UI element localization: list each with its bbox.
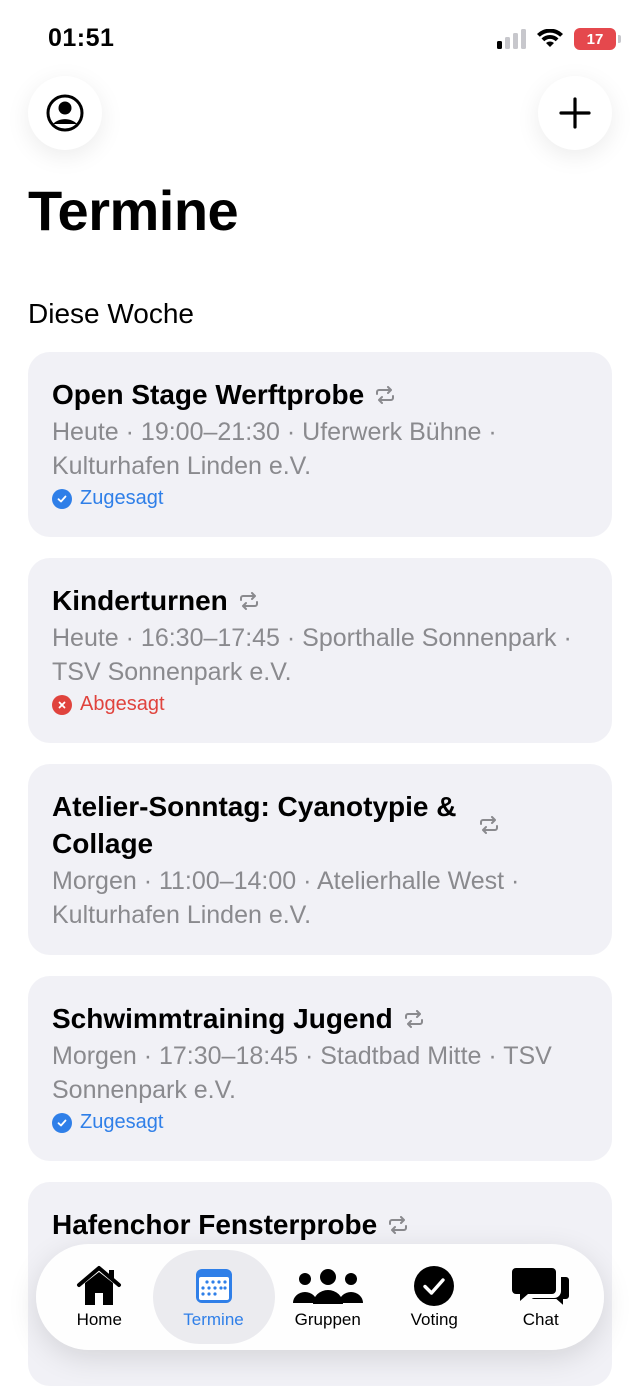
checkmark-icon — [52, 488, 72, 509]
checkmark-icon — [52, 1112, 72, 1133]
status-time: 01:51 — [48, 24, 115, 52]
tab-termine[interactable]: Termine — [152, 1250, 275, 1344]
event-title: Atelier-Sonntag: Cyanotypie & Collage — [52, 791, 457, 859]
event-meta: Heute · 16:30–17:45 · Sporthalle Sonnenp… — [52, 624, 572, 686]
repeat-icon — [403, 1000, 427, 1037]
home-icon — [75, 1264, 123, 1308]
event-title: Kinderturnen — [52, 585, 228, 616]
status-badge: Zugesagt — [52, 487, 588, 510]
tab-label: Home — [76, 1310, 122, 1329]
status-label: Abgesagt — [80, 693, 165, 715]
profile-button[interactable] — [28, 76, 102, 150]
repeat-icon — [374, 376, 398, 413]
add-button[interactable] — [538, 76, 612, 150]
status-icons: 17 — [497, 28, 621, 50]
event-title: Hafenchor Fensterprobe — [52, 1209, 378, 1240]
repeat-icon — [478, 788, 502, 862]
profile-icon — [46, 94, 84, 132]
tab-bar: Home Termine Gruppen Voting Chat — [36, 1244, 604, 1350]
cellular-signal-icon — [497, 29, 526, 49]
status-label: Zugesagt — [80, 487, 164, 509]
calendar-icon — [194, 1264, 234, 1308]
status-label: Zugesagt — [80, 1111, 164, 1133]
tab-label: Termine — [183, 1310, 244, 1329]
event-title: Schwimmtraining Jugend — [52, 1003, 393, 1034]
repeat-icon — [387, 1206, 411, 1243]
tab-home[interactable]: Home — [46, 1250, 153, 1344]
page-title: Termine — [28, 179, 239, 242]
section-title: Diese Woche — [28, 298, 195, 329]
groups-icon — [291, 1264, 365, 1308]
event-card[interactable]: Schwimmtraining Jugend Morgen · 17:30–18… — [28, 976, 612, 1161]
check-circle-icon — [413, 1264, 455, 1308]
tab-gruppen[interactable]: Gruppen — [275, 1250, 382, 1344]
event-title: Open Stage Werftprobe — [52, 379, 365, 410]
battery-icon: 17 — [574, 28, 621, 50]
wifi-icon — [537, 29, 563, 47]
x-circle-icon — [52, 694, 72, 715]
status-badge: Abgesagt — [52, 693, 588, 716]
tab-voting[interactable]: Voting — [381, 1250, 488, 1344]
status-badge: Zugesagt — [52, 1111, 588, 1134]
event-meta: Morgen · 17:30–18:45 · Stadtbad Mitte · … — [52, 1042, 552, 1104]
tab-label: Gruppen — [294, 1310, 361, 1329]
event-meta: Morgen · 11:00–14:00 · Atelierhalle West… — [52, 867, 520, 929]
chat-icon — [511, 1264, 570, 1308]
battery-level: 17 — [586, 30, 604, 48]
event-card[interactable]: Open Stage Werftprobe Heute · 19:00–21:3… — [28, 352, 612, 537]
status-bar: 01:51 17 — [0, 0, 640, 80]
plus-icon — [559, 97, 591, 129]
event-card[interactable]: Atelier-Sonntag: Cyanotypie & Collage Mo… — [28, 764, 612, 955]
tab-chat[interactable]: Chat — [488, 1250, 595, 1344]
event-card[interactable]: Kinderturnen Heute · 16:30–17:45 · Sport… — [28, 558, 612, 743]
repeat-icon — [238, 582, 262, 619]
tab-label: Chat — [522, 1310, 559, 1329]
tab-label: Voting — [410, 1310, 458, 1329]
event-meta: Heute · 19:00–21:30 · Uferwerk Bühne · K… — [52, 418, 497, 480]
